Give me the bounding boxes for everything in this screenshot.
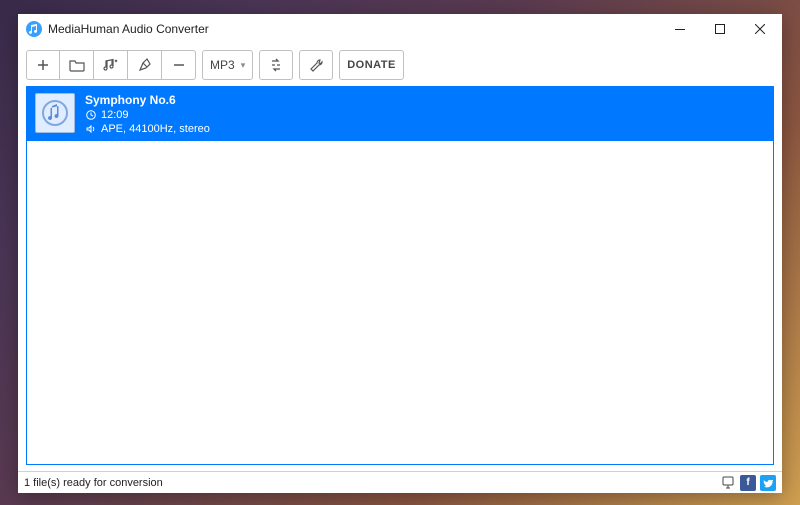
status-bar: 1 file(s) ready for conversion f	[18, 471, 782, 493]
updates-icon[interactable]	[720, 475, 736, 491]
status-right: f	[720, 475, 776, 491]
status-text: 1 file(s) ready for conversion	[24, 477, 163, 489]
clock-icon	[85, 110, 96, 121]
music-library-icon	[103, 58, 119, 72]
plus-icon	[36, 58, 50, 72]
folder-icon	[69, 58, 85, 72]
minimize-button[interactable]	[660, 14, 700, 44]
file-button-group	[26, 50, 196, 80]
facebook-link[interactable]: f	[740, 475, 756, 491]
track-title: Symphony No.6	[85, 93, 210, 107]
wrench-icon	[308, 58, 324, 72]
add-folder-button[interactable]	[60, 50, 94, 80]
twitter-link[interactable]	[760, 475, 776, 491]
settings-button[interactable]	[299, 50, 333, 80]
output-format-dropdown[interactable]: MP3 ▾	[202, 50, 253, 80]
convert-button[interactable]	[259, 50, 293, 80]
chevron-down-icon: ▾	[241, 60, 246, 71]
track-meta: Symphony No.6 12:09 APE, 44100Hz, stereo	[85, 93, 210, 135]
toolbar: MP3 ▾ DONATE	[18, 44, 782, 86]
maximize-button[interactable]	[700, 14, 740, 44]
remove-button[interactable]	[162, 50, 196, 80]
track-audio-info: APE, 44100Hz, stereo	[101, 123, 210, 135]
broom-icon	[137, 58, 153, 72]
speaker-icon	[85, 124, 96, 135]
donate-button[interactable]: DONATE	[339, 50, 404, 80]
album-art	[35, 93, 75, 133]
title-bar: MediaHuman Audio Converter	[18, 14, 782, 44]
app-title: MediaHuman Audio Converter	[48, 22, 209, 36]
track-row[interactable]: Symphony No.6 12:09 APE, 44100Hz, stereo	[27, 87, 773, 141]
duration-line: 12:09	[85, 109, 210, 121]
format-label: MP3	[210, 58, 235, 72]
convert-icon	[268, 58, 284, 72]
itunes-button[interactable]	[94, 50, 128, 80]
clear-button[interactable]	[128, 50, 162, 80]
close-button[interactable]	[740, 14, 780, 44]
app-icon	[26, 21, 42, 37]
donate-label: DONATE	[347, 59, 396, 71]
track-duration: 12:09	[101, 109, 129, 121]
add-file-button[interactable]	[26, 50, 60, 80]
audio-info-line: APE, 44100Hz, stereo	[85, 123, 210, 135]
minus-icon	[172, 58, 186, 72]
track-list[interactable]: Symphony No.6 12:09 APE, 44100Hz, stereo	[26, 86, 774, 465]
window-controls	[660, 14, 780, 44]
app-window: MediaHuman Audio Converter	[18, 14, 782, 493]
